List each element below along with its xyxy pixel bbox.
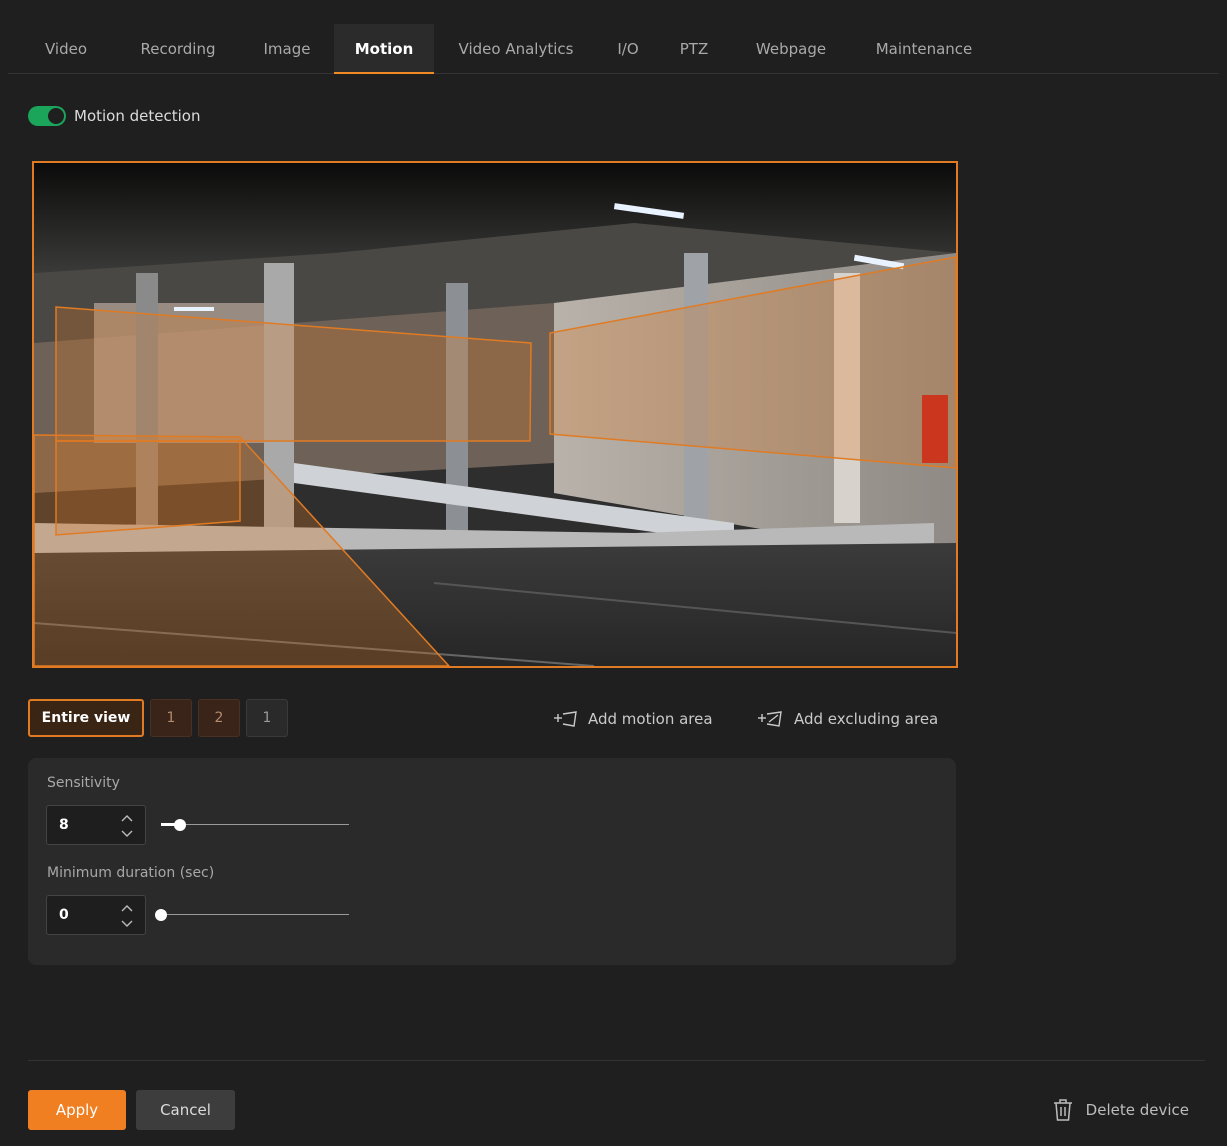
footer-divider bbox=[28, 1060, 1205, 1061]
sensitivity-value: 8 bbox=[59, 817, 69, 833]
add-excluding-area-button[interactable]: Add excluding area bbox=[756, 708, 938, 730]
camera-preview[interactable] bbox=[32, 161, 958, 668]
sensitivity-slider[interactable] bbox=[161, 815, 349, 835]
tab-video[interactable]: Video bbox=[36, 24, 96, 74]
slider-thumb[interactable] bbox=[173, 819, 186, 831]
tab-motion[interactable]: Motion bbox=[334, 24, 434, 74]
minimum-duration-label: Minimum duration (sec) bbox=[47, 865, 215, 881]
chevron-up-down-icon[interactable] bbox=[119, 902, 135, 930]
delete-device-label: Delete device bbox=[1085, 1101, 1189, 1119]
motion-detection-toggle[interactable] bbox=[28, 106, 66, 126]
minimum-duration-stepper[interactable]: 0 bbox=[46, 895, 146, 935]
sensitivity-stepper[interactable]: 8 bbox=[46, 805, 146, 845]
entire-view-button[interactable]: Entire view bbox=[28, 699, 144, 737]
motion-detection-label: Motion detection bbox=[74, 107, 201, 125]
motion-area-button-2[interactable]: 2 bbox=[198, 699, 240, 737]
add-motion-area-button[interactable]: Add motion area bbox=[552, 708, 713, 730]
tab-io[interactable]: I/O bbox=[610, 24, 646, 74]
minimum-duration-value: 0 bbox=[59, 907, 69, 923]
slider-track bbox=[161, 914, 349, 915]
sensitivity-label: Sensitivity bbox=[47, 775, 120, 791]
trash-icon bbox=[1053, 1099, 1072, 1121]
area-selector: Entire view 1 2 1 bbox=[28, 699, 288, 737]
apply-button[interactable]: Apply bbox=[28, 1090, 126, 1130]
add-excluding-area-label: Add excluding area bbox=[794, 710, 939, 728]
motion-detection-row: Motion detection bbox=[28, 104, 200, 128]
motion-area-button-1[interactable]: 1 bbox=[150, 699, 192, 737]
tab-maintenance[interactable]: Maintenance bbox=[866, 24, 982, 74]
excluding-area-overlay[interactable] bbox=[55, 440, 241, 536]
add-area-icon bbox=[554, 711, 577, 727]
settings-tab-bar: Video Recording Image Motion Video Analy… bbox=[8, 6, 1219, 74]
add-motion-area-label: Add motion area bbox=[588, 710, 713, 728]
motion-settings-panel: Sensitivity 8 Minimum duration (sec) 0 bbox=[28, 758, 956, 965]
add-excluding-area-icon bbox=[758, 711, 782, 727]
tab-webpage[interactable]: Webpage bbox=[746, 24, 836, 74]
toggle-knob bbox=[48, 108, 64, 124]
slider-track bbox=[161, 824, 349, 825]
tab-video-analytics[interactable]: Video Analytics bbox=[448, 24, 584, 74]
delete-device-button[interactable]: Delete device bbox=[1052, 1098, 1189, 1122]
tab-image[interactable]: Image bbox=[253, 24, 321, 74]
excluding-area-button-1[interactable]: 1 bbox=[246, 699, 288, 737]
cancel-button[interactable]: Cancel bbox=[136, 1090, 235, 1130]
camera-scene bbox=[34, 163, 956, 666]
tab-recording[interactable]: Recording bbox=[128, 24, 228, 74]
chevron-up-down-icon[interactable] bbox=[119, 812, 135, 840]
tab-ptz[interactable]: PTZ bbox=[674, 24, 714, 74]
minimum-duration-slider[interactable] bbox=[155, 905, 349, 925]
slider-thumb[interactable] bbox=[155, 909, 167, 921]
